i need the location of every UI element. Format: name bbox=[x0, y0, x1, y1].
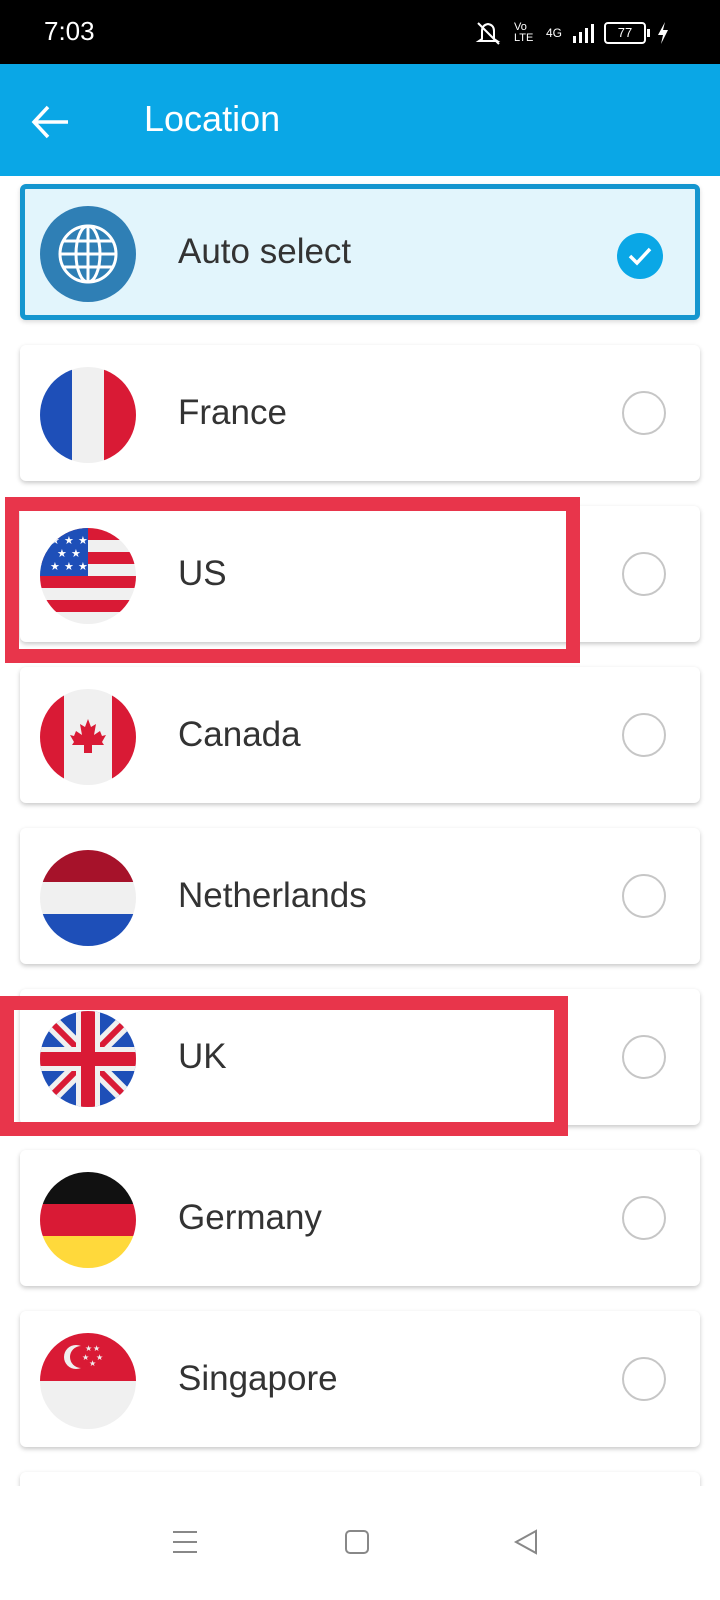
uk-flag-icon bbox=[40, 1011, 136, 1107]
svg-text:★: ★ bbox=[93, 1344, 100, 1353]
volte-icon: Vo LTE bbox=[513, 21, 534, 44]
radio-button[interactable] bbox=[622, 1357, 666, 1401]
status-time: 7:03 bbox=[44, 16, 95, 46]
location-label: Netherlands bbox=[178, 876, 367, 915]
location-item-uk[interactable]: UK bbox=[20, 989, 700, 1125]
location-label: Auto select bbox=[178, 232, 352, 271]
menu-nav-button[interactable] bbox=[165, 1522, 205, 1562]
location-list[interactable]: Auto select France ★ ★ ★ ★ ★ ★ ★ ★ US Ca… bbox=[0, 176, 720, 1486]
radio-button[interactable] bbox=[622, 713, 666, 757]
status-icons: Vo LTE 4G 77 bbox=[474, 18, 670, 48]
radio-button[interactable] bbox=[622, 1196, 666, 1240]
location-label: France bbox=[178, 393, 287, 432]
status-bar: 7:03 Vo LTE 4G 77 bbox=[0, 0, 720, 64]
battery-icon: 77 bbox=[604, 22, 650, 44]
location-label: US bbox=[178, 554, 227, 593]
netherlands-flag-icon bbox=[40, 850, 136, 946]
signal-icon bbox=[573, 24, 594, 43]
selected-check-icon[interactable] bbox=[617, 233, 663, 279]
svg-text:★: ★ bbox=[85, 1344, 92, 1353]
location-item-netherlands[interactable]: Netherlands bbox=[20, 828, 700, 964]
network-type-label: 4G bbox=[545, 26, 562, 40]
app-bar: Location bbox=[0, 64, 720, 176]
home-nav-button[interactable] bbox=[337, 1522, 377, 1562]
location-item-canada[interactable]: Canada bbox=[20, 667, 700, 803]
us-flag-icon: ★ ★ ★ ★ ★ ★ ★ ★ bbox=[40, 528, 136, 624]
svg-text:★: ★ bbox=[64, 534, 74, 547]
radio-button[interactable] bbox=[622, 1035, 666, 1079]
nav-bar bbox=[0, 1486, 720, 1600]
location-item-us[interactable]: ★ ★ ★ ★ ★ ★ ★ ★ US bbox=[20, 506, 700, 642]
canada-flag-icon bbox=[40, 689, 136, 785]
svg-text:★: ★ bbox=[78, 534, 88, 547]
svg-text:★: ★ bbox=[78, 560, 88, 573]
location-item-germany[interactable]: Germany bbox=[20, 1150, 700, 1286]
location-label: Germany bbox=[178, 1198, 322, 1237]
germany-flag-icon bbox=[40, 1172, 136, 1268]
svg-text:★: ★ bbox=[89, 1359, 96, 1368]
back-nav-button[interactable] bbox=[506, 1522, 546, 1562]
svg-text:★: ★ bbox=[64, 560, 74, 573]
svg-text:★: ★ bbox=[57, 547, 67, 560]
location-label: UK bbox=[178, 1037, 227, 1076]
svg-text:★: ★ bbox=[50, 560, 60, 573]
radio-button[interactable] bbox=[622, 391, 666, 435]
radio-button[interactable] bbox=[622, 874, 666, 918]
location-item-singapore[interactable]: ★ ★ ★ ★ ★ Singapore bbox=[20, 1311, 700, 1447]
square-icon bbox=[345, 1530, 369, 1554]
menu-icon bbox=[173, 1531, 197, 1553]
globe-icon bbox=[40, 206, 136, 302]
charging-icon bbox=[658, 22, 668, 44]
location-item-france[interactable]: France bbox=[20, 345, 700, 481]
location-label: Canada bbox=[178, 715, 301, 754]
svg-text:★: ★ bbox=[96, 1353, 103, 1362]
location-label: Singapore bbox=[178, 1359, 338, 1398]
back-button[interactable] bbox=[22, 94, 78, 150]
triangle-back-icon bbox=[513, 1529, 537, 1555]
location-item-auto-select[interactable]: Auto select bbox=[20, 184, 700, 320]
radio-button[interactable] bbox=[622, 552, 666, 596]
location-item-partial[interactable] bbox=[20, 1472, 700, 1486]
mute-icon bbox=[475, 22, 501, 45]
page-title: Location bbox=[144, 98, 281, 139]
svg-text:★: ★ bbox=[71, 547, 81, 560]
arrow-left-icon bbox=[31, 105, 68, 139]
svg-text:★: ★ bbox=[50, 534, 60, 547]
singapore-flag-icon: ★ ★ ★ ★ ★ bbox=[40, 1333, 136, 1429]
france-flag-icon bbox=[40, 367, 136, 463]
